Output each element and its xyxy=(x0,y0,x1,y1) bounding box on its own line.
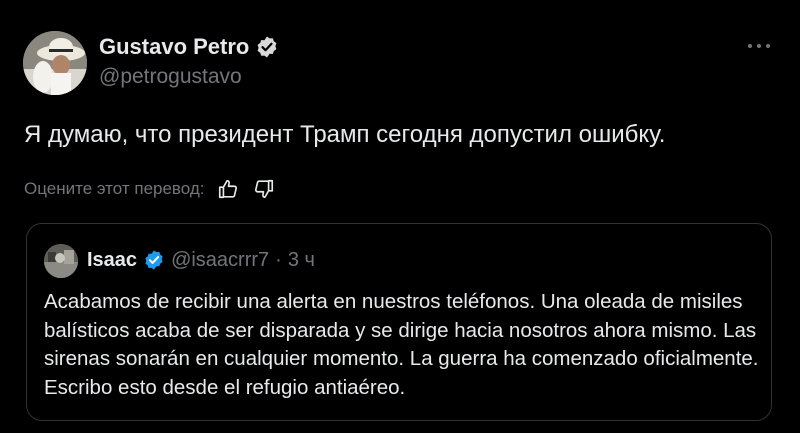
thumbs-down-icon[interactable] xyxy=(251,176,277,202)
quoted-post-text: Acabamos de recibir una alerta en nuestr… xyxy=(44,290,759,399)
translation-feedback: Оцените этот перевод: xyxy=(24,176,277,202)
author-avatar[interactable] xyxy=(23,31,87,95)
verified-badge-icon[interactable] xyxy=(255,35,279,59)
quoted-post-card[interactable]: Isaac @isaacrrr7 · 3 ч Acabamos de recib… xyxy=(26,223,772,421)
quoted-author-handle[interactable]: @isaacrrr7 xyxy=(171,248,269,272)
verified-badge-icon[interactable] xyxy=(143,249,165,271)
thumbs-up-icon[interactable] xyxy=(215,176,241,202)
post-text: Я думаю, что президент Трамп сегодня доп… xyxy=(24,121,666,148)
avatar-image xyxy=(23,31,87,95)
quoted-author-avatar[interactable] xyxy=(44,244,78,278)
more-options-button[interactable] xyxy=(744,34,774,58)
more-horizontal-icon xyxy=(748,44,770,48)
author-handle[interactable]: @petrogustavo xyxy=(99,64,242,90)
quoted-author-name[interactable]: Isaac xyxy=(87,248,137,272)
quoted-avatar-image xyxy=(44,244,78,278)
quoted-author-row: Isaac @isaacrrr7 · 3 ч xyxy=(87,248,315,272)
author-display-name[interactable]: Gustavo Petro xyxy=(99,34,249,60)
separator-dot: · xyxy=(275,249,282,271)
translation-feedback-label: Оцените этот перевод: xyxy=(24,179,205,198)
post: Gustavo Petro @petrogustavo Я думаю, что… xyxy=(0,0,800,433)
author-name-row: Gustavo Petro xyxy=(99,34,279,60)
quoted-post-time[interactable]: 3 ч xyxy=(288,248,315,272)
